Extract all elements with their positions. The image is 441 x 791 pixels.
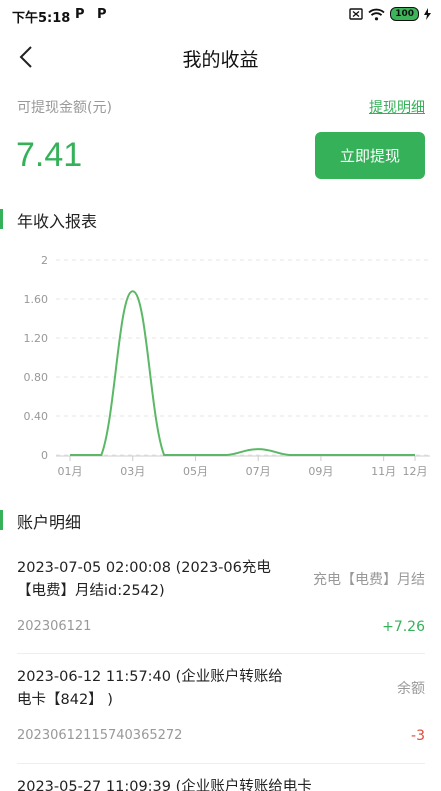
x-tick-label: 05月 bbox=[183, 465, 208, 478]
battery-icon: 100 bbox=[390, 7, 419, 21]
y-tick-label: 1.20 bbox=[24, 332, 49, 345]
record-title: 2023-06-12 11:57:40 (企业账户转账给电卡【842】 ) bbox=[17, 669, 283, 708]
record-number: 202306121 bbox=[17, 619, 92, 634]
y-tick-label: 2 bbox=[41, 254, 48, 267]
sim-icon bbox=[349, 8, 363, 20]
x-tick-label: 12月 bbox=[403, 465, 428, 478]
divider bbox=[17, 763, 425, 764]
record-title: 2023-07-05 02:00:08 (2023-06充电【电费】月结id:2… bbox=[17, 560, 271, 599]
section-marker bbox=[0, 510, 3, 530]
withdraw-history-link[interactable]: 提现明细 bbox=[369, 97, 425, 117]
withdraw-button[interactable]: 立即提现 bbox=[315, 132, 425, 179]
wifi-icon bbox=[368, 8, 385, 20]
record-title: 2023-05-27 11:09:39 (企业账户转账给电卡 bbox=[17, 779, 312, 791]
p-icon: P bbox=[75, 7, 85, 22]
x-tick-label: 11月 bbox=[371, 465, 396, 478]
record-item[interactable]: 2023-05-27 11:09:39 (企业账户转账给电卡 bbox=[17, 777, 425, 791]
x-tick-label: 09月 bbox=[308, 465, 333, 478]
balance-label: 可提现金额(元) bbox=[17, 100, 112, 116]
nav-bar: 我的收益 bbox=[0, 32, 441, 82]
y-tick-label: 1.60 bbox=[24, 293, 49, 306]
chart-section-title: 年收入报表 bbox=[17, 212, 98, 231]
balance-value: 7.41 bbox=[16, 136, 83, 174]
x-tick-label: 03月 bbox=[120, 465, 145, 478]
section-marker bbox=[0, 209, 3, 229]
record-amount: +7.26 bbox=[382, 619, 425, 635]
status-time: 下午5:18 bbox=[12, 11, 71, 26]
divider bbox=[17, 653, 425, 654]
status-icons: 100 bbox=[349, 7, 431, 21]
y-tick-label: 0 bbox=[41, 449, 48, 462]
y-tick-label: 0.40 bbox=[24, 410, 49, 423]
account-section-title: 账户明细 bbox=[17, 513, 82, 532]
x-tick-label: 01月 bbox=[58, 465, 83, 478]
record-number: 20230612115740365272 bbox=[17, 728, 183, 743]
record-amount: -3 bbox=[411, 728, 425, 744]
charging-icon bbox=[424, 8, 431, 20]
x-tick-label: 07月 bbox=[246, 465, 271, 478]
y-tick-label: 0.80 bbox=[24, 371, 49, 384]
record-item[interactable]: 2023-06-12 11:57:40 (企业账户转账给电卡【842】 ) 余额… bbox=[17, 666, 425, 756]
series-line bbox=[69, 290, 415, 457]
record-item[interactable]: 2023-07-05 02:00:08 (2023-06充电【电费】月结id:2… bbox=[17, 557, 425, 647]
page-title: 我的收益 bbox=[182, 49, 259, 71]
record-type: 充电【电费】月结 bbox=[313, 572, 425, 588]
status-bar: 下午5:18 P P 100 bbox=[0, 0, 441, 32]
p-icon: P bbox=[97, 7, 107, 22]
record-type: 余额 bbox=[397, 681, 425, 697]
income-chart: 0 0.40 0.80 1.20 1.60 2 01月 03月 05月 07月 09月 11月 12月 bbox=[24, 254, 430, 478]
